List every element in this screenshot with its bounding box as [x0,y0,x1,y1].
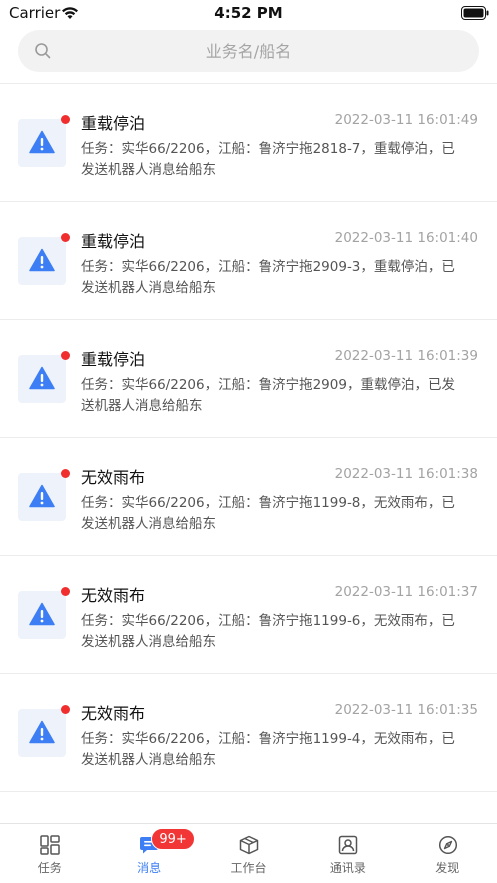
tab-bar: 任务 99+ 消息 工作台 通讯录 发现 [0,823,497,883]
message-item[interactable]: 重载停泊 2022-03-11 16:01:49 任务：实华66/2206，江船… [0,84,497,202]
unread-count-badge: 99+ [151,828,195,850]
warning-icon [18,237,66,285]
message-body: 任务：实华66/2206，江船：鲁济宁拖1199-6，无效雨布，已发送机器人消息… [81,613,455,650]
tab-discover[interactable]: 发现 [398,824,497,883]
search-input[interactable] [18,30,479,72]
unread-dot [61,233,70,242]
unread-dot [61,351,70,360]
message-item[interactable]: 重载停泊 2022-03-11 16:01:40 任务：实华66/2206，江船… [0,202,497,320]
tab-workbench[interactable]: 工作台 [199,824,298,883]
unread-dot [61,705,70,714]
message-item[interactable]: 无效雨布 2022-03-11 16:01:38 任务：实华66/2206，江船… [0,438,497,556]
message-time: 2022-03-11 16:01:37 [334,584,478,600]
tab-label: 通讯录 [329,861,366,875]
message-time: 2022-03-11 16:01:39 [334,348,478,364]
unread-dot [61,587,70,596]
message-time: 2022-03-11 16:01:38 [334,466,478,482]
message-title: 无效雨布 [81,586,146,605]
message-body: 任务：实华66/2206，江船：鲁济宁拖1199-4，无效雨布，已发送机器人消息… [81,731,455,768]
tab-label: 消息 [137,861,162,875]
message-title: 重载停泊 [81,232,146,251]
message-list: 重载停泊 2022-03-11 16:01:49 任务：实华66/2206，江船… [0,83,497,792]
message-time: 2022-03-11 16:01:49 [334,112,478,128]
message-title: 重载停泊 [81,114,146,133]
tab-messages[interactable]: 99+ 消息 [99,824,198,883]
warning-icon [18,709,66,757]
message-body: 任务：实华66/2206，江船：鲁济宁拖1199-8，无效雨布，已发送机器人消息… [81,495,455,532]
tab-tasks[interactable]: 任务 [0,824,99,883]
battery-icon [461,5,489,24]
message-body: 任务：实华66/2206，江船：鲁济宁拖2909-3，重载停泊，已发送机器人消息… [81,259,455,296]
message-time: 2022-03-11 16:01:35 [334,702,478,718]
tab-label: 发现 [435,861,460,875]
search-bar[interactable] [18,30,479,72]
warning-icon [18,591,66,639]
unread-dot [61,115,70,124]
tab-label: 工作台 [230,861,267,875]
warning-icon [18,119,66,167]
warning-icon [18,473,66,521]
message-body: 任务：实华66/2206，江船：鲁济宁拖2818-7，重载停泊，已发送机器人消息… [81,141,455,178]
status-bar: Carrier 4:52 PM [0,0,497,26]
clock: 4:52 PM [214,4,283,22]
message-body: 任务：实华66/2206，江船：鲁济宁拖2909，重载停泊，已发送机器人消息给船… [81,377,455,414]
tab-contacts[interactable]: 通讯录 [298,824,397,883]
unread-dot [61,469,70,478]
warning-icon [18,355,66,403]
tab-label: 任务 [37,861,62,875]
message-item[interactable]: 无效雨布 2022-03-11 16:01:37 任务：实华66/2206，江船… [0,556,497,674]
message-item[interactable]: 无效雨布 2022-03-11 16:01:35 任务：实华66/2206，江船… [0,674,497,792]
message-time: 2022-03-11 16:01:40 [334,230,478,246]
message-item[interactable]: 重载停泊 2022-03-11 16:01:39 任务：实华66/2206，江船… [0,320,497,438]
message-title: 无效雨布 [81,468,146,487]
message-title: 重载停泊 [81,350,146,369]
message-title: 无效雨布 [81,704,146,723]
